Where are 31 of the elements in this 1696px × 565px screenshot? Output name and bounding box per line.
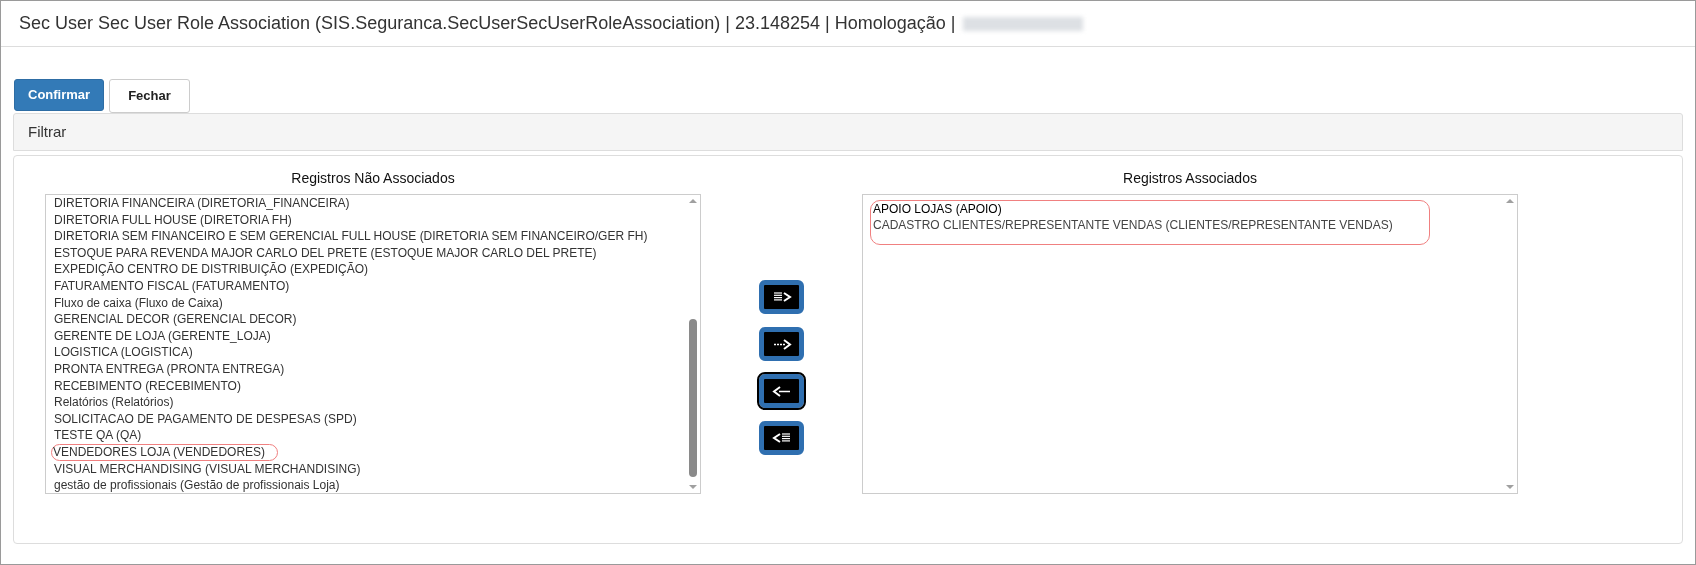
list-option[interactable]: DIRETORIA FULL HOUSE (DIRETORIA FH) — [53, 211, 305, 229]
list-option[interactable]: gestão de profissionais (Gestão de profissionais Loja) — [53, 477, 353, 493]
list-option[interactable]: EXPEDIÇÃO CENTRO DE DISTRIBUIÇÃO (EXPEDIÇÃO) — [53, 261, 382, 278]
window-title: Sec User Sec User Role Association (SIS.Seguranca.SecUserSecUserRoleAssociation) | 23.148254 | Homologação | — [19, 12, 956, 35]
list-option[interactable]: RECEBIMENTO (RECEBIMENTO) — [53, 377, 254, 395]
associated-list[interactable]: APOIO LOJAS (APOIO) CADASTRO CLIENTES/REPRESENTANTE VENDAS (CLIENTES/REPRESENTANTE VENDAS) — [862, 194, 1518, 494]
list-option[interactable]: Relatórios (Relatórios) — [53, 394, 187, 411]
move-button[interactable] — [759, 280, 804, 314]
list-option[interactable]: CADASTRO CLIENTES/REPRESENTANTE VENDAS (CLIENTES/REPRESENTANTE VENDAS) — [873, 217, 1393, 234]
list-option[interactable]: GERENTE DE LOJA (GERENTE_LOJA) — [53, 327, 284, 345]
list-option[interactable]: DIRETORIA SEM FINANCEIRO E SEM GERENCIAL FULL HOUSE (DIRETORIA SEM FINANCEIRO/GER FH) — [53, 228, 661, 245]
list-option[interactable]: GERENCIAL DECOR (GERENCIAL DECOR) — [53, 311, 310, 328]
list-title: Registros Associados — [1122, 169, 1258, 188]
list-option[interactable]: LOGISTICA (LOGISTICA) — [53, 344, 206, 361]
move-button[interactable] — [759, 374, 804, 408]
list-title: Registros Não Associados — [290, 169, 456, 188]
list-option[interactable]: SOLICITACAO DE PAGAMENTO DE DESPESAS (SPD) — [53, 410, 370, 428]
close-button[interactable]: Fechar — [109, 79, 190, 113]
list-option[interactable]: ESTOQUE PARA REVENDA MAJOR CARLO DEL PRETE (ESTOQUE MAJOR CARLO DEL PRETE) — [53, 244, 610, 262]
move-button[interactable] — [759, 327, 804, 361]
list-option[interactable]: DIRETORIA FINANCEIRA (DIRETORIA_FINANCEIRA) — [53, 195, 363, 212]
unassociated-list[interactable] — [45, 194, 701, 494]
list-option[interactable]: FATURAMENTO FISCAL (FATURAMENTO) — [53, 277, 303, 295]
list-option[interactable]: PRONTA ENTREGA (PRONTA ENTREGA) — [53, 360, 298, 378]
confirm-button[interactable]: Confirmar — [14, 79, 105, 111]
list-option[interactable]: APOIO LOJAS (APOIO) — [873, 201, 1393, 218]
move-button[interactable] — [759, 421, 804, 455]
list-option[interactable]: TESTE QA (QA) — [53, 427, 155, 444]
filter-panel-header[interactable]: Filtrar — [13, 113, 1683, 151]
list-option[interactable]: VISUAL MERCHANDISING (VISUAL MERCHANDISING) — [53, 460, 374, 478]
list-option[interactable]: Fluxo de caixa (Fluxo de Caixa) — [53, 294, 236, 312]
